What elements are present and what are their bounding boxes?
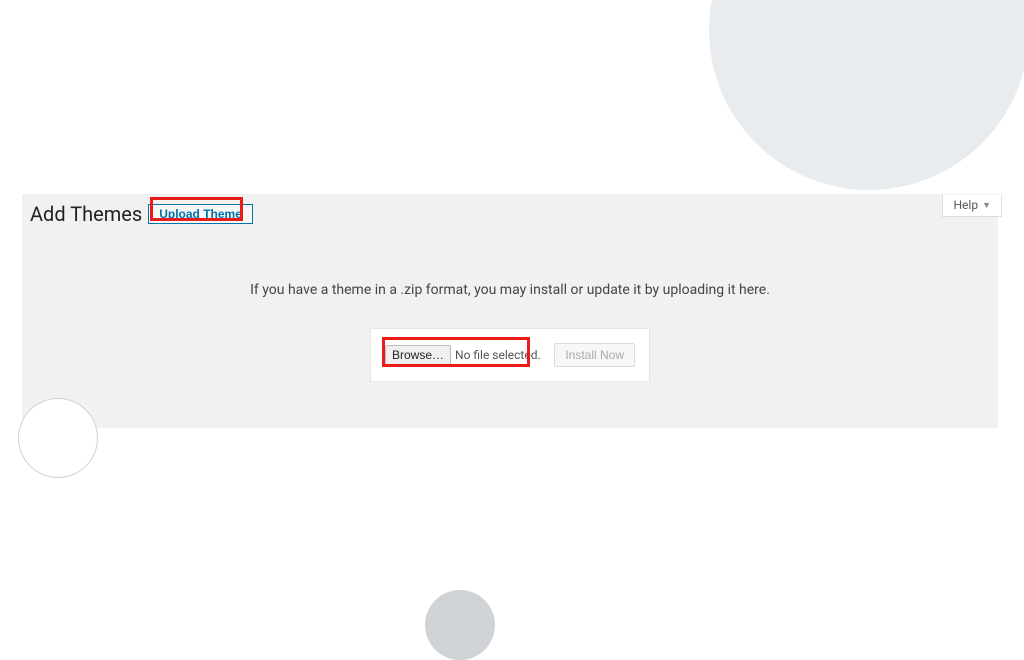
decor-circle-bottom-left [18, 398, 98, 478]
install-now-button[interactable]: Install Now [554, 343, 635, 367]
help-tab[interactable]: Help ▼ [942, 195, 1002, 217]
admin-panel: Add Themes Upload Theme Help ▼ If you ha… [22, 194, 998, 428]
file-area: Browse… No file selected. [385, 345, 541, 365]
upload-box: Browse… No file selected. Install Now [370, 328, 650, 382]
upload-theme-button[interactable]: Upload Theme [148, 204, 253, 224]
instruction-text: If you have a theme in a .zip format, yo… [22, 282, 998, 298]
decor-circle-bottom-center [425, 590, 495, 660]
help-label: Help [953, 198, 978, 212]
header-row: Add Themes Upload Theme [22, 194, 998, 226]
decor-circle-top [709, 0, 1024, 190]
file-status-text: No file selected. [455, 348, 541, 362]
chevron-down-icon: ▼ [982, 200, 991, 211]
browse-button[interactable]: Browse… [385, 345, 451, 365]
page-title: Add Themes [30, 202, 142, 226]
